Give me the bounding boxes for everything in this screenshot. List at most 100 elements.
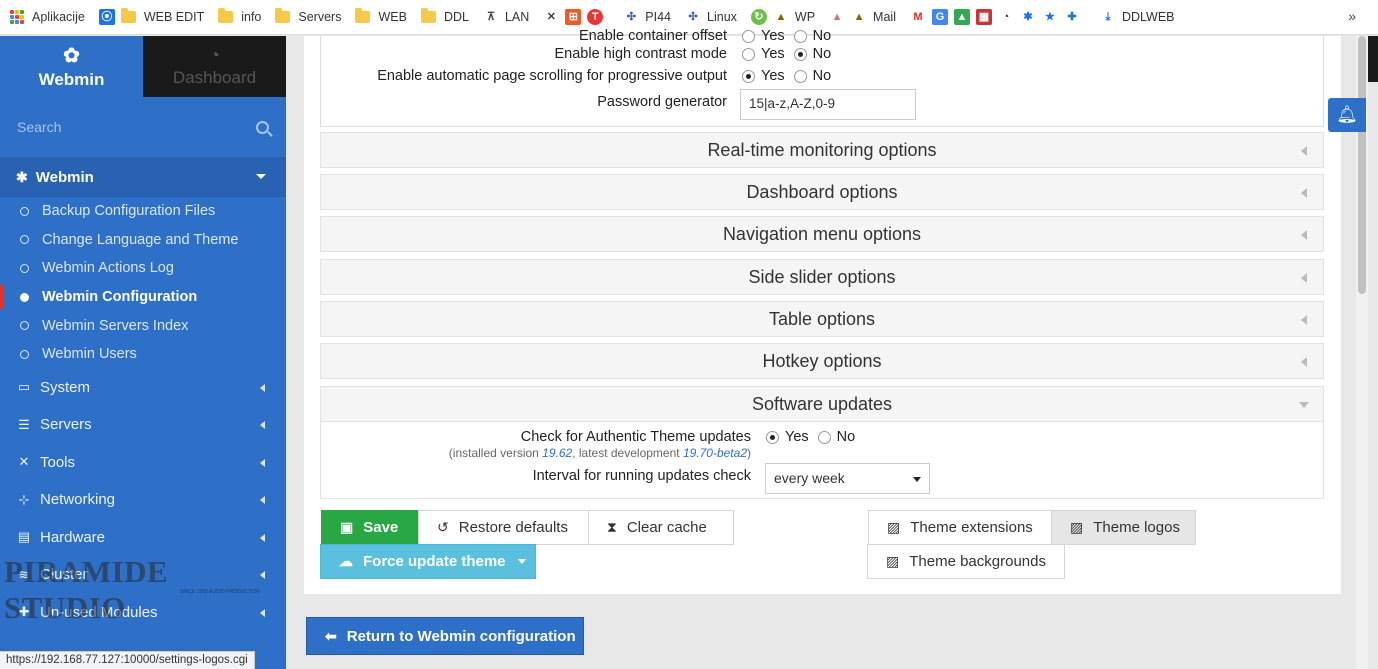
bookmark-mail[interactable]: ▲ ▲ Mail [829, 9, 896, 25]
t-app-icon: T [587, 9, 604, 25]
bookmark-linux[interactable]: ✣ Linux [685, 9, 737, 25]
bookmark-web[interactable]: WEB [355, 8, 407, 24]
pma-icon: ▲ [829, 9, 846, 25]
dashboard-tab[interactable]: ◔ Dashboard [143, 36, 286, 97]
chevron-left-icon [260, 608, 265, 617]
image-icon: ▨ [887, 519, 901, 535]
mail-app-icon: ▲ [851, 9, 868, 25]
folder-icon [218, 8, 234, 23]
sidebar-category-servers[interactable]: ☰ Servers [0, 406, 286, 444]
chevron-left-icon [1301, 357, 1307, 367]
option-label: Check for Authentic Theme updates [520, 429, 751, 445]
watermark-tagline: SINCE 1995 AUDIO PRODUCTION [180, 589, 260, 595]
clear-cache-button[interactable]: ⧗ Clear cache [588, 510, 734, 545]
notifications-bell-button[interactable]: 🔔︎ [1328, 98, 1366, 132]
chevron-left-icon [260, 383, 265, 392]
chevron-left-icon [1301, 315, 1307, 325]
sidebar-category-tools[interactable]: ✕ Tools [0, 444, 286, 482]
restore-defaults-button[interactable]: ↺ Restore defaults [418, 510, 589, 545]
layers-icon: ≋ [18, 566, 30, 582]
bookmark-lan[interactable]: ⊼ LAN [482, 9, 529, 25]
floppy-icon: ▣ [340, 519, 354, 535]
section-dashboard[interactable]: Dashboard options [320, 174, 1324, 210]
image-icon: ▨ [886, 553, 900, 569]
status-bar-url: https://192.168.77.127:10000/settings-lo… [0, 651, 255, 669]
sidebar-item-webmin-servers-index[interactable]: Webmin Servers Index [0, 311, 286, 340]
sidebar-category-system[interactable]: ▭ System [0, 369, 286, 407]
monitor-icon: ▭ [17, 379, 31, 395]
chevron-down-icon [517, 559, 526, 564]
folder-icon [120, 8, 136, 23]
chevron-left-icon [1301, 146, 1307, 156]
bookmark-wp[interactable]: ↻ ▲ WP [750, 9, 815, 25]
right-edge-panel [1368, 36, 1378, 82]
bookmark-web-edit[interactable]: ⦿ WEB EDIT [98, 8, 204, 25]
sidebar-item-backup-configuration-files[interactable]: Backup Configuration Files [0, 197, 286, 226]
installed-version: 19.62 [542, 446, 573, 460]
bookmark-servers[interactable]: Servers [275, 8, 341, 24]
bookmark-info[interactable]: info [218, 8, 261, 24]
section-software-updates[interactable]: Software updates [320, 386, 1324, 422]
bookmark-apps[interactable]: Aplikacije [10, 10, 85, 24]
bell-icon: 🔔︎ [1336, 105, 1358, 124]
sidebar-category-cluster[interactable]: ≋ Cluster [0, 556, 286, 594]
radio-yes[interactable] [742, 29, 755, 43]
section-hotkey[interactable]: Hotkey options [320, 343, 1324, 379]
sidebar-category-networking[interactable]: ⊹ Networking [0, 481, 286, 519]
folder-icon [275, 8, 291, 23]
sidebar-item-webmin-configuration[interactable]: Webmin Configuration [0, 283, 286, 312]
sidebar-item-change-language-and-theme[interactable]: Change Language and Theme [0, 226, 286, 255]
section-navigation-menu[interactable]: Navigation menu options [320, 216, 1324, 252]
bookmark-ddl[interactable]: DDL [420, 8, 469, 24]
webmin-brand-tab[interactable]: ✿ Webmin [0, 36, 143, 97]
radio-no[interactable] [793, 69, 807, 83]
sidebar-section-webmin[interactable]: ✱ Webmin [0, 157, 286, 197]
radio-no[interactable] [793, 29, 807, 43]
section-realtime-monitoring[interactable]: Real-time monitoring options [320, 132, 1324, 168]
update-interval-select[interactable]: every week [765, 463, 930, 494]
circle-icon [20, 349, 29, 359]
chevron-down-icon [913, 477, 921, 482]
return-to-webmin-configuration-button[interactable]: ⬅ Return to Webmin configuration [306, 617, 584, 655]
cluster-icon: ✣ [623, 9, 640, 25]
force-update-theme-button[interactable]: ☁ Force update theme [320, 544, 536, 579]
sidebar-category-unused-modules[interactable]: ✚ Un-used Modules [0, 594, 286, 632]
radio-no[interactable] [817, 430, 831, 444]
theme-backgrounds-button[interactable]: ▨ Theme backgrounds [867, 544, 1065, 579]
puzzle-icon: ✚ [1063, 9, 1080, 25]
cluster-icon: ✣ [685, 9, 702, 25]
sidebar-category-hardware[interactable]: ▤ Hardware [0, 519, 286, 557]
bookmark-tools[interactable]: M G ▲ ▦ ◔ ✱ ★ ✚ [909, 9, 1086, 25]
option-label: Password generator [597, 94, 727, 110]
dashboard-gauge-icon: ◔ [209, 45, 220, 65]
theme-logos-button[interactable]: ▨ Theme logos [1051, 510, 1196, 545]
bookmark-pi44[interactable]: ✣ PI44 [623, 9, 671, 25]
bookmark-ddlweb[interactable]: ⤓ DDLWEB [1099, 9, 1175, 25]
sidebar-item-webmin-users[interactable]: Webmin Users [0, 340, 286, 369]
drive-icon: ▲ [953, 9, 970, 25]
circle-filled-icon [20, 292, 29, 302]
settings-panel: Enable container offset Yes No Enable hi… [304, 28, 1341, 594]
calendar-icon: ▦ [975, 9, 992, 25]
password-generator-input[interactable]: 15|a-z,A-Z,0-9 [740, 89, 916, 120]
save-button[interactable]: ▣ Save [321, 510, 419, 545]
sidebar-search[interactable]: Search [0, 97, 286, 157]
radio-yes[interactable] [742, 47, 755, 61]
option-label: Enable high contrast mode [554, 46, 728, 62]
radio-no[interactable] [793, 47, 807, 61]
bookmark-extra-icons[interactable]: ✕ ⊞ T [543, 9, 609, 25]
option-label: Enable automatic page scrolling for prog… [377, 68, 727, 84]
radio-yes[interactable] [742, 69, 755, 83]
section-table[interactable]: Table options [320, 301, 1324, 337]
section-side-slider[interactable]: Side slider options [320, 259, 1324, 295]
cloud-upload-icon: ☁ [339, 553, 353, 569]
sidebar-item-webmin-actions-log[interactable]: Webmin Actions Log [0, 254, 286, 283]
scrollbar-thumb[interactable] [1358, 36, 1366, 294]
folder-icon [420, 8, 436, 23]
bookmarks-more-button[interactable]: » [1348, 8, 1356, 24]
chevron-left-icon [260, 496, 265, 505]
search-input[interactable]: Search [17, 119, 61, 135]
radio-yes[interactable] [766, 430, 779, 444]
circle-icon [20, 206, 29, 216]
theme-extensions-button[interactable]: ▨ Theme extensions [868, 510, 1052, 545]
